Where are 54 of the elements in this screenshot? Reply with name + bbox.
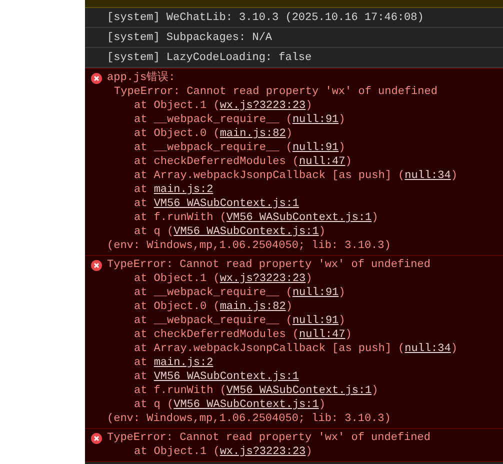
stack-frame: at __webpack_require__ (null:91) <box>134 286 346 300</box>
env-info: (env: Windows,mp,1.06.2504050; lib: 3.10.3) <box>107 412 391 426</box>
stack-frame: at Array.webpackJsonpCallback [as push] (null:34) <box>134 342 458 356</box>
stack-frame: at f.runWith (VM56 WASubContext.js:1) <box>134 211 378 225</box>
stack-frame: at __webpack_require__ (null:91) <box>134 314 346 328</box>
stack-frame: at Object.1 (wx.js?3223:23) <box>134 445 312 459</box>
source-link[interactable]: null:47 <box>299 156 346 168</box>
log-text: [system] LazyCodeLoading: false <box>107 50 312 64</box>
stack-frame: at Object.1 (wx.js?3223:23) <box>134 272 312 286</box>
source-link[interactable]: VM56 WASubContext.js:1 <box>154 198 300 210</box>
error-icon <box>91 72 102 84</box>
stack-frame: at __webpack_require__ (null:91) <box>134 113 346 127</box>
stack-frame: at Object.0 (main.js:82) <box>134 127 292 141</box>
source-link[interactable]: null:91 <box>292 315 339 327</box>
stack-frame: at VM56 WASubContext.js:1 <box>134 197 300 211</box>
stack-frame: at Object.0 (main.js:82) <box>134 300 292 314</box>
source-link[interactable]: wx.js?3223:23 <box>220 273 306 285</box>
stack-frame: at Array.webpackJsonpCallback [as push] (null:34) <box>134 169 458 183</box>
source-link[interactable]: VM56 WASubContext.js:1 <box>226 385 372 397</box>
stack-frame: at checkDeferredModules (null:47) <box>134 328 352 342</box>
source-link[interactable]: VM56 WASubContext.js:1 <box>154 371 300 383</box>
stack-frame: at checkDeferredModules (null:47) <box>134 155 352 169</box>
env-info: (env: Windows,mp,1.06.2504050; lib: 3.10.3) <box>107 239 391 253</box>
stack-frame: at main.js:2 <box>134 183 214 197</box>
source-link[interactable]: null:34 <box>404 343 451 355</box>
source-link[interactable]: VM56 WASubContext.js:1 <box>226 212 372 224</box>
source-link[interactable]: main.js:2 <box>154 184 214 196</box>
error-message: TypeError: Cannot read property 'wx' of undefined <box>107 258 430 272</box>
stack-frame: at q (VM56 WASubContext.js:1) <box>134 398 326 412</box>
stack-frame: at main.js:2 <box>134 356 214 370</box>
source-link[interactable]: VM56 WASubContext.js:1 <box>174 399 319 411</box>
stack-frame: at VM56 WASubContext.js:1 <box>134 370 300 384</box>
error-message: TypeError: Cannot read property 'wx' of undefined <box>114 85 438 99</box>
error-message: TypeError: Cannot read property 'wx' of undefined <box>107 431 430 445</box>
source-link[interactable]: main.js:82 <box>220 301 286 313</box>
log-text: [system] WeChatLib: 3.10.3 (2025.10.16 17:46:08) <box>107 10 424 24</box>
error-title: app.js错误: <box>107 71 176 85</box>
stack-frame: at f.runWith (VM56 WASubContext.js:1) <box>134 384 378 398</box>
source-link[interactable]: wx.js?3223:23 <box>220 446 306 458</box>
stack-frame: at __webpack_require__ (null:91) <box>134 141 346 155</box>
stack-frame: at q (VM56 WASubContext.js:1) <box>134 225 326 239</box>
source-link[interactable]: main.js:82 <box>220 128 286 140</box>
source-link[interactable]: null:91 <box>292 287 339 299</box>
error-icon <box>91 432 102 444</box>
source-link[interactable]: main.js:2 <box>154 357 214 369</box>
source-link[interactable]: null:91 <box>292 114 339 126</box>
source-link[interactable]: VM56 WASubContext.js:1 <box>174 226 319 238</box>
source-link[interactable]: wx.js?3223:23 <box>220 100 306 112</box>
source-link[interactable]: null:47 <box>299 329 346 341</box>
stack-frame: at Object.1 (wx.js?3223:23) <box>134 99 312 113</box>
error-icon <box>91 260 102 270</box>
source-link[interactable]: null:34 <box>404 170 451 182</box>
source-link[interactable]: null:91 <box>292 142 339 154</box>
log-text: [system] Subpackages: N/A <box>107 30 272 44</box>
